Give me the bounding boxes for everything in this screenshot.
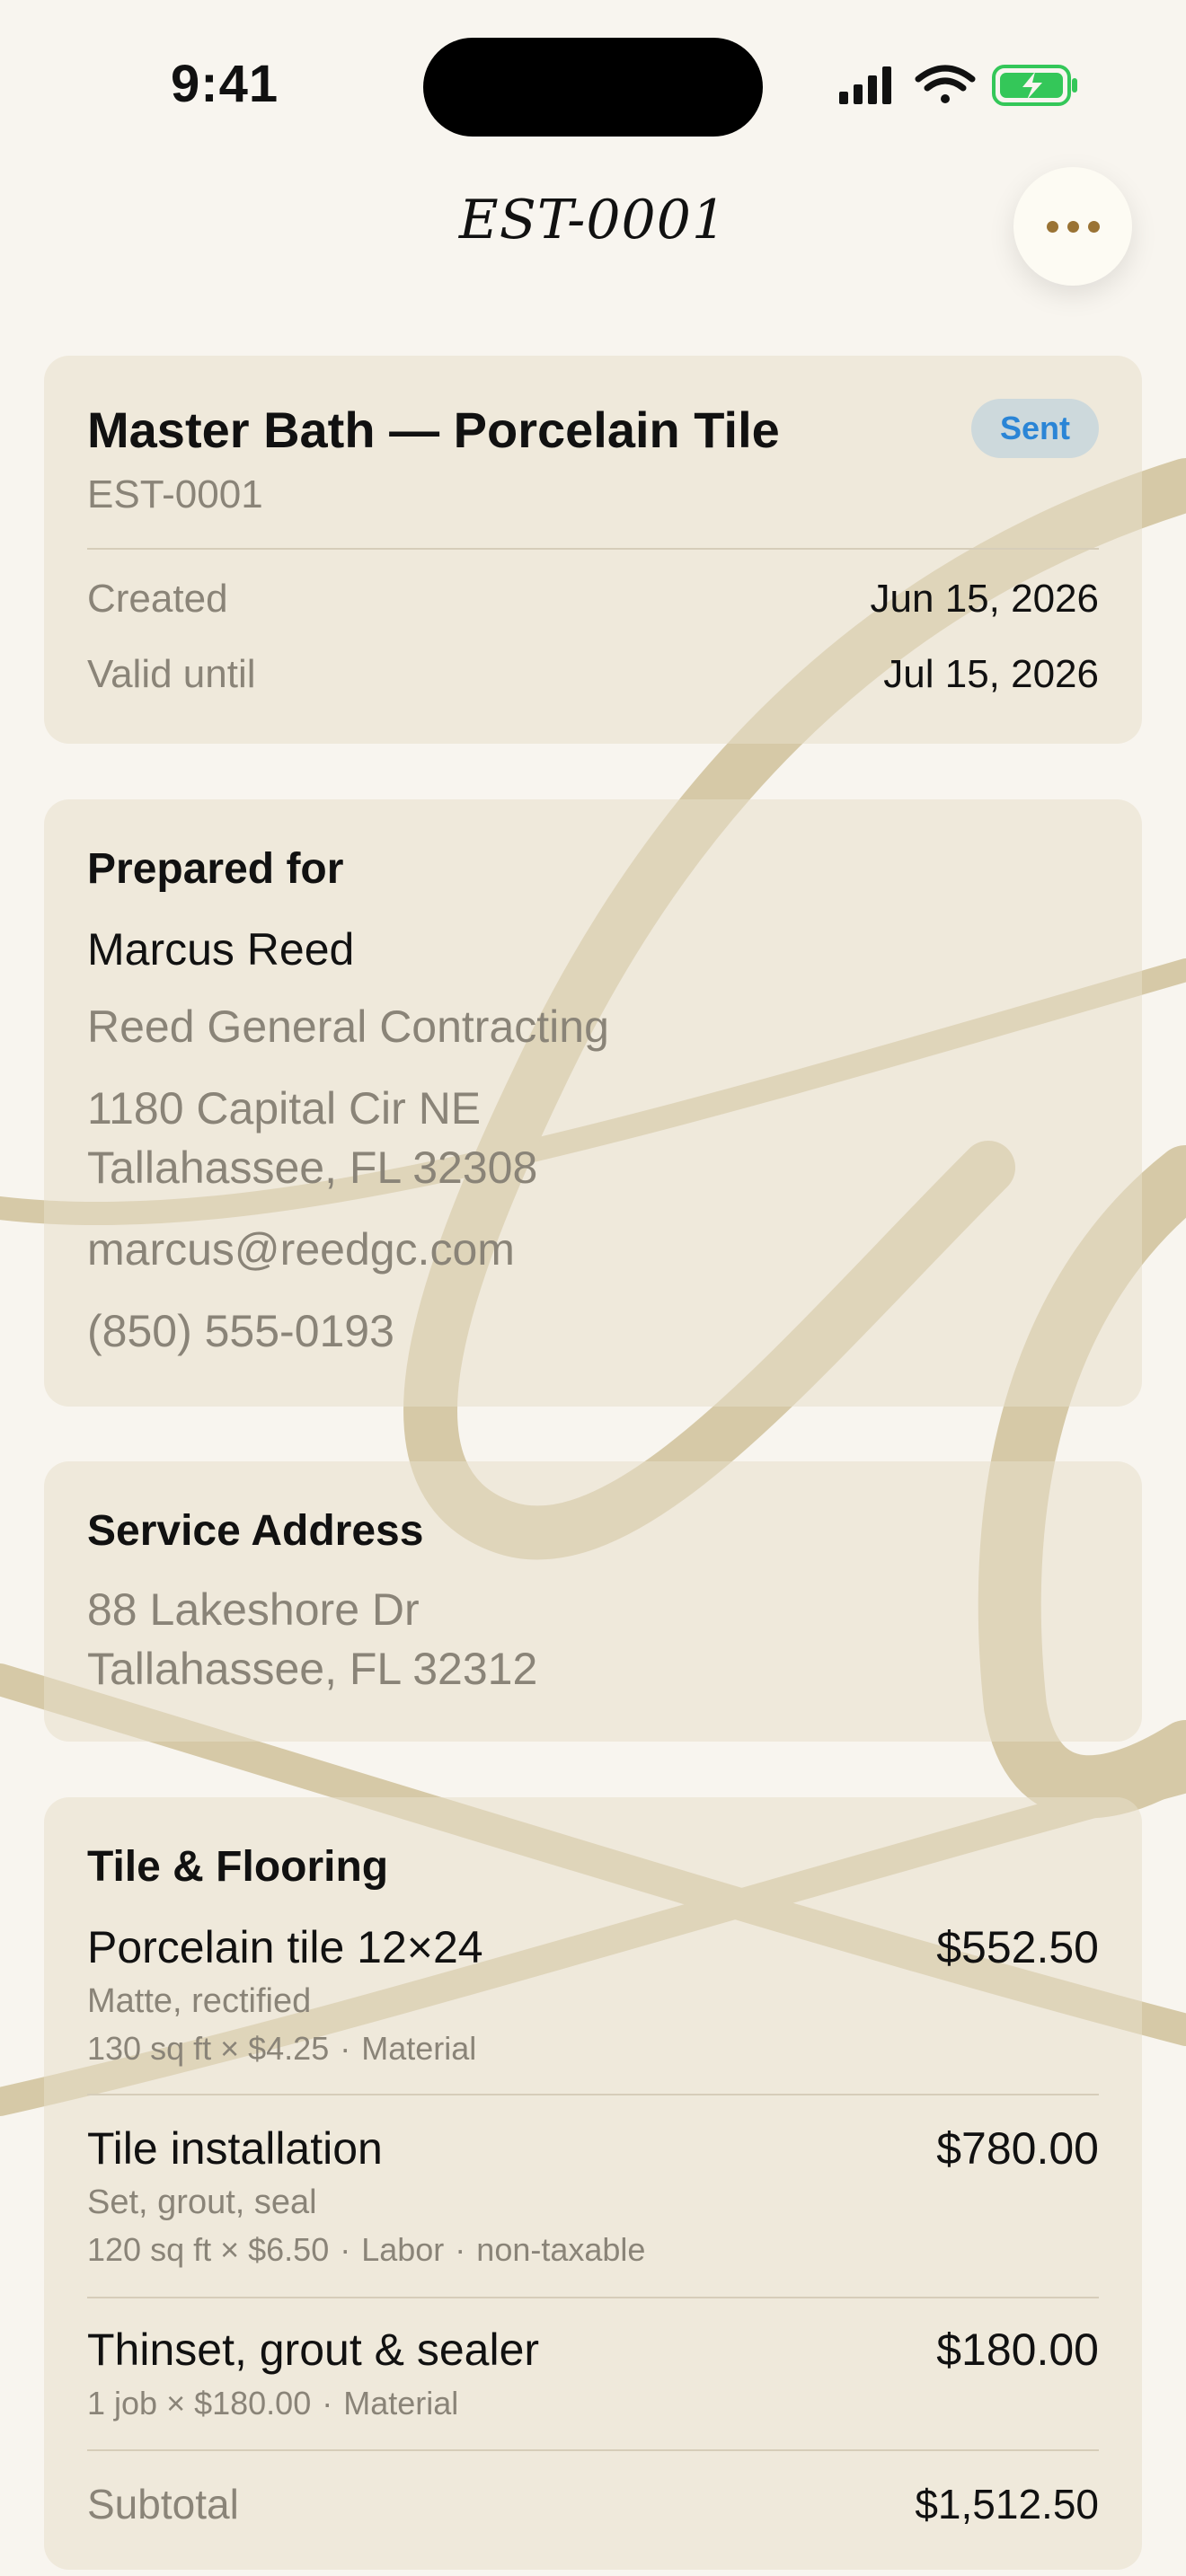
nav-bar: EST-0001 bbox=[0, 171, 1186, 278]
subtotal-row: Subtotal $1,512.50 bbox=[87, 2480, 1099, 2528]
section-heading: Tile & Flooring bbox=[87, 1843, 389, 1891]
client-name: Marcus Reed bbox=[87, 924, 355, 975]
estimate-summary-card: Master Bath — Porcelain Tile Sent EST-00… bbox=[44, 356, 1142, 744]
battery-icon bbox=[992, 65, 1077, 106]
separator: · bbox=[340, 2030, 351, 2067]
client-email[interactable]: marcus@reedgc.com bbox=[87, 1220, 515, 1279]
service-address-heading: Service Address bbox=[87, 1507, 424, 1555]
status-icons bbox=[837, 63, 1080, 112]
item-price: $180.00 bbox=[936, 2325, 1099, 2375]
item-type: Material bbox=[361, 2030, 477, 2067]
created-row: Created Jun 15, 2026 bbox=[87, 577, 1099, 622]
status-bar: 9:41 bbox=[0, 0, 1186, 171]
line-item[interactable]: Thinset, grout & sealer $180.00 1 job × … bbox=[87, 2324, 1099, 2422]
more-icon-dot bbox=[1087, 220, 1100, 233]
status-badge: Sent bbox=[970, 399, 1099, 458]
item-type: Material bbox=[343, 2385, 459, 2422]
client-phone[interactable]: (850) 555-0193 bbox=[87, 1301, 394, 1361]
status-time: 9:41 bbox=[171, 55, 279, 113]
item-quantity: 120 sq ft × $6.50 bbox=[87, 2231, 330, 2268]
item-description: Matte, rectified bbox=[87, 1982, 312, 2020]
item-type: Labor bbox=[361, 2231, 445, 2268]
client-address-line2: Tallahassee, FL 32308 bbox=[87, 1142, 538, 1193]
more-icon-dot bbox=[1067, 220, 1079, 233]
client-address-line1: 1180 Capital Cir NE bbox=[87, 1083, 482, 1134]
subtotal-label: Subtotal bbox=[87, 2481, 239, 2527]
service-address-line1: 88 Lakeshore Dr bbox=[87, 1584, 420, 1635]
line-items-card: Tile & Flooring Porcelain tile 12×24 $55… bbox=[44, 1797, 1142, 2570]
estimate-title: Master Bath — Porcelain Tile bbox=[87, 401, 780, 458]
wifi-icon bbox=[915, 65, 976, 103]
valid-until-label: Valid until bbox=[87, 652, 256, 696]
item-description: Set, grout, seal bbox=[87, 2183, 317, 2221]
item-tax-note: non-taxable bbox=[476, 2231, 646, 2268]
separator: · bbox=[340, 2231, 351, 2268]
signal-icon bbox=[839, 66, 891, 104]
prepared-for-card: Prepared for Marcus Reed Reed General Co… bbox=[44, 799, 1142, 1407]
item-price: $552.50 bbox=[936, 1922, 1099, 1972]
page-title: EST-0001 bbox=[458, 189, 728, 251]
separator: · bbox=[322, 2385, 333, 2422]
item-meta: 120 sq ft × $6.50 · Labor · non-taxable bbox=[87, 2231, 1099, 2269]
item-meta: 130 sq ft × $4.25 · Material bbox=[87, 2030, 1099, 2068]
created-value: Jun 15, 2026 bbox=[870, 577, 1099, 621]
service-address-line2: Tallahassee, FL 32312 bbox=[87, 1644, 538, 1694]
divider bbox=[87, 2449, 1099, 2451]
valid-until-value: Jul 15, 2026 bbox=[883, 652, 1099, 696]
divider bbox=[87, 2094, 1099, 2095]
divider bbox=[87, 548, 1099, 550]
subtotal-value: $1,512.50 bbox=[915, 2481, 1099, 2527]
estimate-number: EST-0001 bbox=[87, 472, 263, 516]
dynamic-island bbox=[423, 38, 763, 137]
line-item[interactable]: Porcelain tile 12×24 $552.50 Matte, rect… bbox=[87, 1921, 1099, 2068]
separator: · bbox=[455, 2231, 466, 2268]
more-options-button[interactable] bbox=[1013, 167, 1132, 286]
item-quantity: 130 sq ft × $4.25 bbox=[87, 2030, 330, 2067]
prepared-for-heading: Prepared for bbox=[87, 845, 344, 893]
item-meta: 1 job × $180.00 · Material bbox=[87, 2385, 1099, 2422]
divider bbox=[87, 2297, 1099, 2298]
client-company: Reed General Contracting bbox=[87, 1001, 609, 1052]
more-icon bbox=[1046, 220, 1058, 233]
valid-until-row: Valid until Jul 15, 2026 bbox=[87, 652, 1099, 697]
item-quantity: 1 job × $180.00 bbox=[87, 2385, 312, 2422]
item-price: $780.00 bbox=[936, 2123, 1099, 2174]
line-item[interactable]: Tile installation $780.00 Set, grout, se… bbox=[87, 2122, 1099, 2269]
service-address-card: Service Address 88 Lakeshore Dr Tallahas… bbox=[44, 1461, 1142, 1742]
created-label: Created bbox=[87, 577, 228, 621]
